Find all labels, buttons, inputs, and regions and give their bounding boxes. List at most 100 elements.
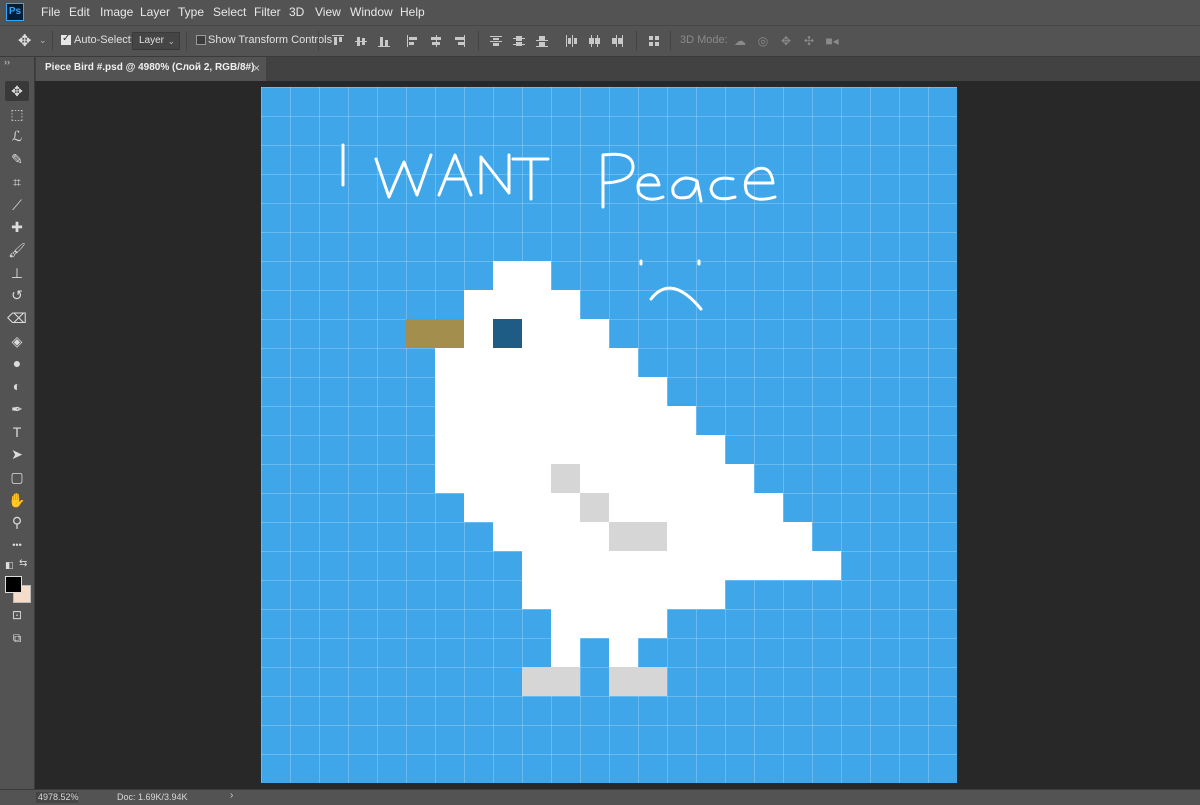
photoshop-logo-icon[interactable]: Ps — [6, 3, 24, 21]
show-transform-label: Show Transform Controls — [208, 34, 333, 46]
tool-preset-chevron-down-icon[interactable]: ⌄ — [39, 35, 47, 46]
distribute-left-edges-icon[interactable] — [565, 35, 577, 47]
collapse-panel-icon[interactable]: ›› — [4, 57, 10, 67]
auto-select-target-dropdown[interactable]: Layer ⌄ — [132, 32, 180, 50]
distribute-right-edges-icon[interactable] — [611, 35, 623, 47]
swap-colors-icon[interactable]: ⇆ — [19, 558, 27, 569]
sad-face-mouth — [649, 286, 703, 311]
menu-filter[interactable]: Filter — [254, 5, 281, 19]
align-vertical-centers-icon[interactable] — [355, 35, 367, 47]
document-canvas[interactable] — [261, 87, 957, 783]
handwritten-letter-p — [601, 152, 635, 209]
bird-head — [464, 290, 580, 319]
handwritten-letter-a2 — [671, 176, 703, 203]
bird-leg-right — [609, 638, 638, 667]
menu-image[interactable]: Image — [100, 5, 133, 19]
menu-help[interactable]: Help — [400, 5, 425, 19]
align-bottom-edges-icon[interactable] — [378, 35, 390, 47]
hand-icon[interactable]: ✋ — [5, 490, 29, 510]
3d-roll-icon[interactable]: ◎ — [756, 34, 770, 48]
polygonal-lasso-icon[interactable]: ℒ — [5, 126, 29, 146]
bird-wing-1 — [551, 464, 580, 493]
handwriting-text — [341, 143, 777, 209]
divider — [186, 31, 187, 51]
auto-select-checkbox[interactable] — [61, 33, 71, 45]
quick-mask-icon[interactable]: ⊡ — [5, 605, 29, 625]
bird-wing-3 — [609, 522, 667, 551]
more-icon[interactable]: ••• — [5, 535, 29, 555]
pixel-art-layer — [341, 143, 841, 696]
document-tab[interactable]: Piece Bird #.psd @ 4980% (Слой 2, RGB/8#… — [36, 57, 266, 81]
status-menu-arrow-icon[interactable]: › — [230, 790, 233, 801]
menu-layer[interactable]: Layer — [140, 5, 170, 19]
menu-select[interactable]: Select — [213, 5, 246, 19]
menu-window[interactable]: Window — [350, 5, 393, 19]
paint-bucket-icon[interactable]: ◈ — [5, 331, 29, 351]
divider — [318, 31, 319, 51]
foreground-color-swatch[interactable] — [5, 576, 22, 593]
align-horizontal-centers-icon[interactable] — [430, 35, 442, 47]
menu-type[interactable]: Type — [178, 5, 204, 19]
quick-selection-icon[interactable]: ✎ — [5, 149, 29, 169]
3d-pan-icon[interactable]: ✥ — [779, 34, 793, 48]
dodge-icon[interactable]: ◐ — [5, 376, 29, 396]
divider — [636, 31, 637, 51]
handwritten-letter-e2 — [743, 166, 777, 201]
rectangular-marquee-icon[interactable]: ⬚ — [5, 104, 29, 124]
menu-file[interactable]: File — [41, 5, 60, 19]
move-icon[interactable]: ✥ — [18, 31, 31, 51]
pen-icon[interactable]: ✒ — [5, 399, 29, 419]
auto-align-layers-icon[interactable] — [648, 35, 660, 47]
align-top-edges-icon[interactable] — [332, 35, 344, 47]
bird-body-1 — [435, 377, 667, 406]
3d-slide-icon[interactable]: ✣ — [802, 34, 816, 48]
clone-stamp-icon[interactable]: ⊥ — [5, 263, 29, 283]
bird-neck — [435, 348, 638, 377]
align-right-edges-icon[interactable] — [453, 35, 465, 47]
healing-brush-icon[interactable]: ✚ — [5, 217, 29, 237]
eraser-icon[interactable]: ⌫ — [5, 308, 29, 328]
rectangle-shape-icon[interactable]: ▢ — [5, 467, 29, 487]
options-bar: ✥ ⌄ Auto-Select: Layer ⌄ Show Transform … — [0, 26, 1200, 57]
close-icon[interactable]: × — [253, 57, 260, 79]
distribute-bottom-edges-icon[interactable] — [536, 35, 548, 47]
move-icon[interactable]: ✥ — [5, 81, 29, 101]
bird-body-4 — [435, 464, 754, 493]
screen-mode-icon[interactable]: ⧉ — [5, 628, 29, 648]
handwritten-letter-t — [511, 157, 550, 201]
blur-drop-icon[interactable]: ● — [5, 353, 29, 373]
show-transform-checkbox[interactable] — [196, 35, 206, 45]
auto-select-label: Auto-Select: — [74, 34, 134, 46]
brush-icon[interactable]: 🖌 — [5, 240, 29, 260]
distribute-top-edges-icon[interactable] — [490, 35, 502, 47]
crop-icon[interactable]: ⌗ — [5, 172, 29, 192]
distribute-horizontal-centers-icon[interactable] — [588, 35, 600, 47]
bird-body-3 — [435, 435, 725, 464]
handwritten-letter-a — [437, 153, 473, 197]
divider — [52, 31, 53, 51]
align-left-edges-icon[interactable] — [407, 35, 419, 47]
path-selection-icon[interactable]: ➤ — [5, 444, 29, 464]
handwritten-letter-c — [709, 176, 737, 201]
menu-edit[interactable]: Edit — [69, 5, 90, 19]
zoom-icon[interactable]: ⚲ — [5, 512, 29, 532]
bird-body-5 — [464, 493, 783, 522]
eyedropper-icon[interactable]: ⟋ — [5, 195, 29, 215]
type-icon[interactable]: T — [5, 422, 29, 442]
bird-foot-right — [609, 667, 667, 696]
menu-bar: Ps File Edit Image Layer Type Select Fil… — [0, 0, 1200, 26]
distribute-vertical-centers-icon[interactable] — [513, 35, 525, 47]
3d-orbit-icon[interactable]: ☁ — [733, 34, 747, 48]
menu-view[interactable]: View — [315, 5, 341, 19]
menu-3d[interactable]: 3D — [289, 5, 304, 19]
bird-eye — [493, 319, 522, 348]
divider — [478, 31, 479, 51]
status-bar: 4978.52% Doc: 1.69K/3.94K › — [0, 789, 1200, 805]
zoom-level-field[interactable]: 4978.52% — [36, 792, 79, 803]
3d-scale-icon[interactable]: ■◂ — [825, 34, 839, 48]
tools-panel: ›› ✥ ⬚ ℒ ✎ ⌗ ⟋ ✚ 🖌 ⊥ ↺ ⌫ ◈ ● ◐ ✒ T ➤ ▢ ✋ ⚲ ••• ◧ ⇆ ⊡ ⧉ — [0, 57, 35, 804]
history-brush-icon[interactable]: ↺ — [5, 285, 29, 305]
bird-foot-left — [522, 667, 580, 696]
bird-body-7 — [522, 551, 841, 580]
default-colors-icon[interactable]: ◧ — [5, 560, 14, 571]
